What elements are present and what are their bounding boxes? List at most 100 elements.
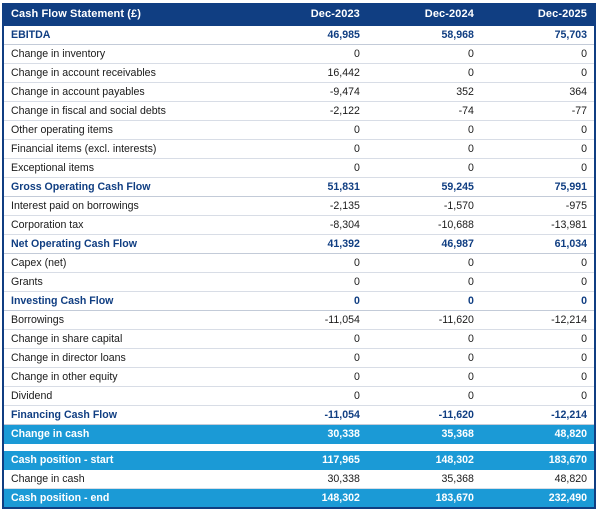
row-value-col-2: 0: [366, 272, 481, 292]
row-label: Net Operating Cash Flow: [3, 234, 253, 254]
row-value-col-1: 0: [252, 120, 367, 140]
row-label: Change in cash: [3, 469, 253, 489]
row-value-col-1: 117,965: [252, 450, 367, 470]
row-value-col-1: 0: [252, 291, 367, 311]
row-label: Change in fiscal and social debts: [3, 101, 253, 121]
row-value-col-1: 0: [252, 367, 367, 387]
row-value-col-2: 0: [366, 139, 481, 159]
row-value-col-3: 0: [480, 291, 595, 311]
row-value-col-1: 0: [252, 44, 367, 64]
row-value-col-1: 0: [252, 329, 367, 349]
row-value-col-1: 16,442: [252, 63, 367, 83]
table-row[interactable]: Investing Cash Flow 0 0 0: [3, 291, 595, 311]
row-value-col-2: -11,620: [366, 405, 481, 425]
row-value-col-1: 0: [252, 253, 367, 273]
row-value-col-3: -77: [480, 101, 595, 121]
row-label: Change in share capital: [3, 329, 253, 349]
column-header-dec-2025: Dec-2025: [480, 3, 595, 26]
table-row[interactable]: Borrowings -11,054 -11,620 -12,214: [3, 310, 595, 330]
row-value-col-1: 30,338: [252, 469, 367, 489]
row-label: Change in account receivables: [3, 63, 253, 83]
table-row[interactable]: Cash position - start 117,965 148,302 183,6…: [3, 450, 595, 470]
table-row[interactable]: Corporation tax -8,304 -10,688 -13,981: [3, 215, 595, 235]
row-value-col-2: [366, 443, 481, 451]
row-value-col-3: 75,991: [480, 177, 595, 197]
table-row[interactable]: Capex (net) 0 0 0: [3, 253, 595, 273]
row-value-col-3: 0: [480, 386, 595, 406]
row-value-col-2: 0: [366, 329, 481, 349]
row-value-col-3: -13,981: [480, 215, 595, 235]
row-value-col-2: -11,620: [366, 310, 481, 330]
row-value-col-1: -11,054: [252, 310, 367, 330]
table-row[interactable]: Change in other equity 0 0 0: [3, 367, 595, 387]
row-value-col-3: 48,820: [480, 469, 595, 489]
table-row[interactable]: Financial items (excl. interests) 0 0 0: [3, 139, 595, 159]
row-value-col-2: 352: [366, 82, 481, 102]
row-value-col-2: 0: [366, 291, 481, 311]
table-header-row: Cash Flow Statement (£) Dec-2023 Dec-202…: [3, 3, 595, 26]
row-value-col-2: 0: [366, 44, 481, 64]
table-row[interactable]: Financing Cash Flow -11,054 -11,620 -12,214: [3, 405, 595, 425]
row-value-col-2: -74: [366, 101, 481, 121]
row-value-col-2: 0: [366, 120, 481, 140]
row-value-col-3: 0: [480, 139, 595, 159]
row-value-col-2: -1,570: [366, 196, 481, 216]
table-spacer-row: [3, 443, 595, 451]
row-label: Corporation tax: [3, 215, 253, 235]
table-row[interactable]: Cash position - end 148,302 183,670 232,490: [3, 488, 595, 508]
row-label: Capex (net): [3, 253, 253, 273]
row-value-col-3: 75,703: [480, 25, 595, 45]
column-header-dec-2023: Dec-2023: [252, 3, 367, 26]
row-value-col-1: -2,135: [252, 196, 367, 216]
cash-flow-table: Cash Flow Statement (£) Dec-2023 Dec-202…: [2, 3, 596, 509]
table-row[interactable]: Change in fiscal and social debts -2,122-…: [3, 101, 595, 121]
table-row[interactable]: Other operating items 0 0 0: [3, 120, 595, 140]
row-value-col-3: 0: [480, 329, 595, 349]
table-row[interactable]: Interest paid on borrowings -2,135 -1,570-…: [3, 196, 595, 216]
row-value-col-3: 232,490: [480, 488, 595, 508]
row-label: Change in cash: [3, 424, 253, 444]
row-label: Dividend: [3, 386, 253, 406]
table-row[interactable]: Dividend 0 0 0: [3, 386, 595, 406]
row-value-col-3: -12,214: [480, 310, 595, 330]
row-value-col-2: 0: [366, 367, 481, 387]
row-label: Borrowings: [3, 310, 253, 330]
row-value-col-2: 0: [366, 253, 481, 273]
table-row[interactable]: Change in director loans 0 0 0: [3, 348, 595, 368]
table-row[interactable]: Change in cash 30,338 35,368 48,820: [3, 424, 595, 444]
row-value-col-3: -12,214: [480, 405, 595, 425]
row-label: Change in other equity: [3, 367, 253, 387]
row-value-col-2: 35,368: [366, 469, 481, 489]
cash-flow-statement-sheet: Cash Flow Statement (£) Dec-2023 Dec-202…: [0, 0, 600, 509]
row-value-col-3: -975: [480, 196, 595, 216]
table-row[interactable]: Change in share capital 0 0 0: [3, 329, 595, 349]
row-value-col-2: 0: [366, 386, 481, 406]
table-row[interactable]: Change in inventory 0 0 0: [3, 44, 595, 64]
row-value-col-2: 59,245: [366, 177, 481, 197]
row-label: Interest paid on borrowings: [3, 196, 253, 216]
row-value-col-3: 48,820: [480, 424, 595, 444]
row-label: Change in director loans: [3, 348, 253, 368]
row-value-col-1: 148,302: [252, 488, 367, 508]
row-value-col-1: [252, 443, 367, 451]
row-label: Exceptional items: [3, 158, 253, 178]
row-value-col-2: 183,670: [366, 488, 481, 508]
row-value-col-1: -2,122: [252, 101, 367, 121]
row-value-col-1: 41,392: [252, 234, 367, 254]
table-row[interactable]: Change in account payables -9,474 352 364: [3, 82, 595, 102]
row-label: Cash position - end: [3, 488, 253, 508]
table-row[interactable]: EBITDA 46,985 58,968 75,703: [3, 25, 595, 45]
table-row[interactable]: Net Operating Cash Flow 41,392 46,987 61,03…: [3, 234, 595, 254]
row-value-col-2: 0: [366, 63, 481, 83]
row-value-col-2: 58,968: [366, 25, 481, 45]
row-label: Gross Operating Cash Flow: [3, 177, 253, 197]
row-value-col-1: 0: [252, 139, 367, 159]
table-row[interactable]: Change in cash 30,338 35,368 48,820: [3, 469, 595, 489]
row-label: Cash position - start: [3, 450, 253, 470]
table-row[interactable]: Change in account receivables 16,442 0 0: [3, 63, 595, 83]
table-row[interactable]: Exceptional items 0 0 0: [3, 158, 595, 178]
row-value-col-3: 0: [480, 253, 595, 273]
table-row[interactable]: Gross Operating Cash Flow 51,831 59,245 75,…: [3, 177, 595, 197]
row-label: Financial items (excl. interests): [3, 139, 253, 159]
table-row[interactable]: Grants 0 0 0: [3, 272, 595, 292]
